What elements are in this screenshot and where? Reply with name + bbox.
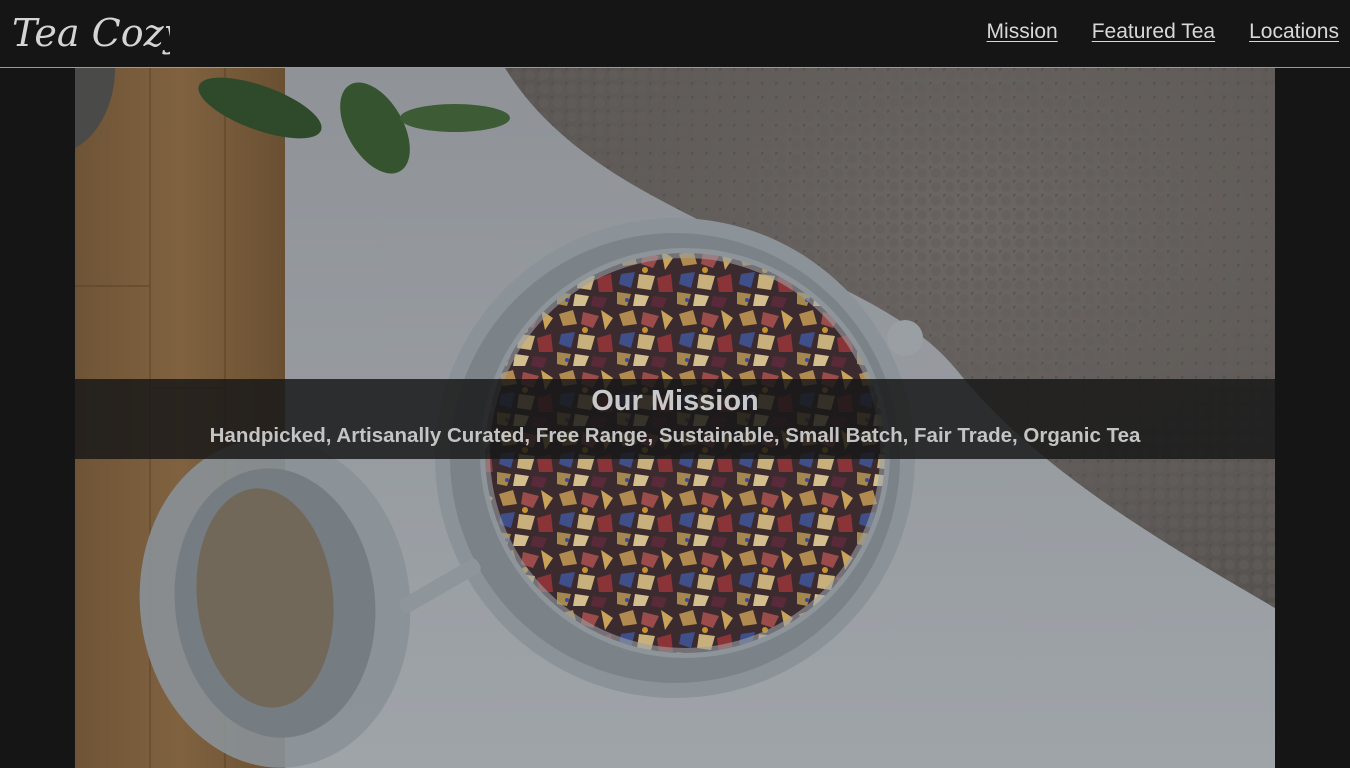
nav-link-locations[interactable]: Locations — [1249, 20, 1339, 44]
mission-subtitle: Handpicked, Artisanally Curated, Free Ra… — [209, 424, 1141, 447]
main-nav: Mission Featured Tea Locations — [987, 20, 1339, 44]
nav-link-mission[interactable]: Mission — [987, 20, 1058, 44]
hero-section: Our Mission Handpicked, Artisanally Cura… — [75, 68, 1275, 768]
logo-text: Tea Cozy — [12, 11, 170, 55]
mission-title: Our Mission — [591, 385, 759, 417]
mission-banner: Our Mission Handpicked, Artisanally Cura… — [75, 379, 1275, 459]
tea-cozy-logo[interactable]: Tea Cozy — [10, 4, 170, 62]
site-header: Tea Cozy Mission Featured Tea Locations — [0, 0, 1350, 68]
nav-link-featured-tea[interactable]: Featured Tea — [1092, 20, 1215, 44]
